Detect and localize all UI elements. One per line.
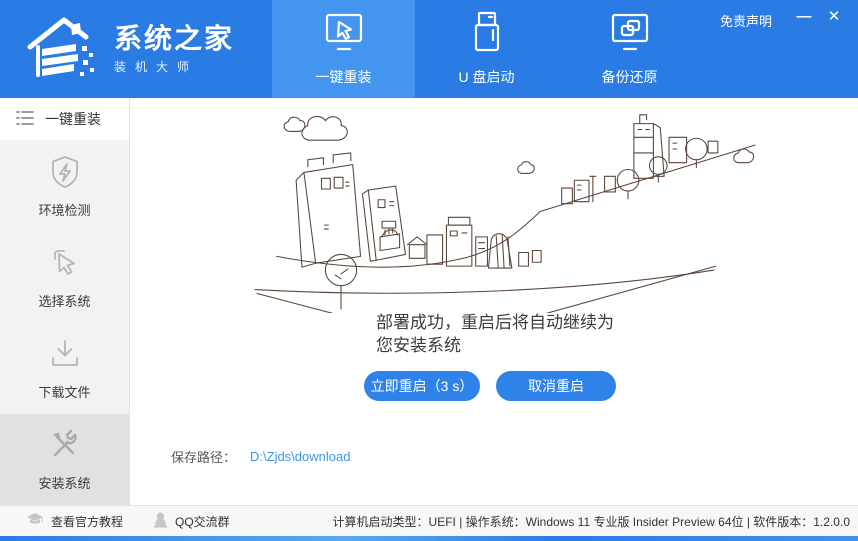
footer-bar: 查看官方教程 QQ交流群 计算机启动类型：UEFI | 操作系统：Windows… <box>0 505 858 536</box>
app-window: 系统之家 装机大师 一键重装 <box>0 0 858 541</box>
qq-group-link[interactable]: QQ交流群 <box>153 512 230 531</box>
deploy-success-message: 部署成功，重启后将自动继续为 您安装系统 <box>376 312 656 358</box>
step-label: 安装系统 <box>38 473 90 492</box>
logo-subtitle: 装机大师 <box>114 58 234 75</box>
city-skyline-illustration <box>241 108 771 313</box>
tab-one-key-reinstall[interactable]: 一键重装 <box>272 0 415 98</box>
graduation-cap-icon <box>26 512 44 530</box>
cursor-select-icon <box>46 244 84 282</box>
monitor-cursor-icon <box>321 9 367 58</box>
save-path-link[interactable]: D:\Zjds\download <box>250 449 350 464</box>
app-logo: 系统之家 装机大师 <box>24 13 234 86</box>
tab-label: 一键重装 <box>316 67 372 87</box>
tutorial-link[interactable]: 查看官方教程 <box>26 512 123 531</box>
step-label: 环境检测 <box>38 200 90 219</box>
tools-icon <box>46 426 84 464</box>
save-path-row: 保存路径： D:\Zjds\download <box>171 447 350 466</box>
tab-backup-restore[interactable]: 备份还原 <box>558 0 701 98</box>
step-install-system: 安装系统 <box>0 414 129 505</box>
system-status-text: 计算机启动类型：UEFI | 操作系统：Windows 11 专业版 Insid… <box>333 513 850 530</box>
tab-label: 备份还原 <box>602 67 658 87</box>
minimize-button[interactable]: — <box>792 4 816 28</box>
shield-bolt-icon <box>46 153 84 191</box>
qq-group-label: QQ交流群 <box>175 513 230 530</box>
logo-title: 系统之家 <box>114 24 234 55</box>
disclaimer-link[interactable]: 免责声明 <box>720 11 772 30</box>
step-label: 下载文件 <box>38 382 90 401</box>
tab-label: U 盘启动 <box>459 67 515 87</box>
tutorial-label: 查看官方教程 <box>51 513 123 530</box>
message-line-2: 您安装系统 <box>376 335 656 358</box>
sidebar: 一键重装 环境检测 选择系统 <box>0 98 130 505</box>
tab-usb-boot[interactable]: U 盘启动 <box>415 0 558 98</box>
step-label: 选择系统 <box>38 291 90 310</box>
cancel-restart-button[interactable]: 取消重启 <box>496 371 616 401</box>
sidebar-header-one-key-reinstall[interactable]: 一键重装 <box>0 98 129 140</box>
backup-restore-icon <box>607 9 653 58</box>
usb-drive-icon <box>464 9 510 58</box>
bottom-blue-strip <box>0 536 858 541</box>
nav-tabs: 一键重装 U 盘启动 <box>272 0 701 98</box>
close-button[interactable]: ✕ <box>822 4 846 28</box>
download-icon <box>46 335 84 373</box>
step-environment-check: 环境检测 <box>0 140 129 231</box>
step-download-files: 下载文件 <box>0 323 129 414</box>
list-icon <box>15 109 35 130</box>
house-logo-icon <box>24 13 102 86</box>
step-select-system: 选择系统 <box>0 231 129 322</box>
save-path-label: 保存路径： <box>171 447 236 466</box>
header-bar: 系统之家 装机大师 一键重装 <box>0 0 858 98</box>
main-panel: 部署成功，重启后将自动继续为 您安装系统 立即重启（3 s） 取消重启 保存路径… <box>131 98 858 505</box>
message-line-1: 部署成功，重启后将自动继续为 <box>376 312 656 335</box>
restart-now-button[interactable]: 立即重启（3 s） <box>364 371 480 401</box>
qq-penguin-icon <box>153 512 168 531</box>
sidebar-header-label: 一键重装 <box>45 109 101 129</box>
